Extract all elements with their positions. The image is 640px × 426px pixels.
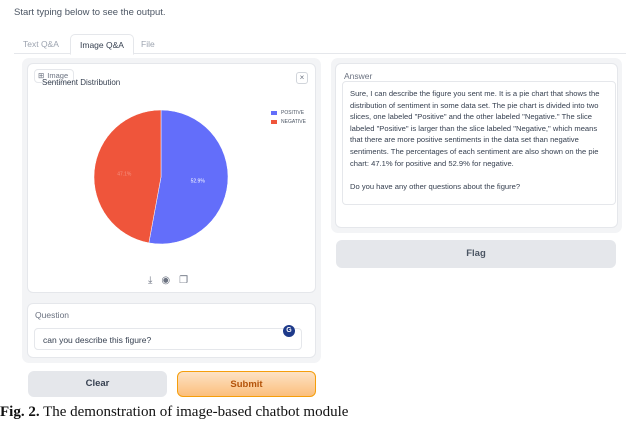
answer-output[interactable]: Sure, I can describe the figure you sent…	[342, 81, 616, 205]
image-toolbar: ⤓ ◉ ❐	[148, 275, 188, 286]
question-label: Question	[35, 310, 70, 320]
pie-chart: 52.9% 47.1%	[93, 109, 229, 245]
input-panel: ⊞ Image × Sentiment Distribution 52.9% 47…	[22, 58, 321, 363]
pie-slice-label-negative: 47.1%	[117, 172, 132, 178]
output-panel: Answer Sure, I can describe the figure y…	[331, 58, 622, 233]
chart-legend: POSITIVE NEGATIVE	[271, 110, 306, 128]
answer-block: Answer Sure, I can describe the figure y…	[335, 63, 618, 228]
instruction-text: Start typing below to see the output.	[14, 7, 166, 18]
tab-image-qa[interactable]: Image Q&A	[70, 34, 134, 55]
answer-text: Sure, I can describe the figure you sent…	[350, 89, 600, 191]
legend-negative: NEGATIVE	[271, 119, 306, 125]
legend-swatch-positive	[271, 111, 277, 115]
download-icon[interactable]: ⤓	[148, 275, 152, 286]
image-upload[interactable]: ⊞ Image × Sentiment Distribution 52.9% 47…	[27, 63, 316, 293]
clear-button[interactable]: Clear	[28, 371, 167, 397]
legend-positive: POSITIVE	[271, 110, 306, 116]
figure-caption: Fig. 2. The demonstration of image-based…	[0, 404, 349, 420]
copy-icon[interactable]: ❐	[179, 275, 188, 286]
answer-label: Answer	[344, 71, 373, 81]
pie-slice-label-positive: 52.9%	[191, 178, 206, 184]
tab-text-qa[interactable]: Text Q&A	[14, 34, 68, 54]
tab-file[interactable]: File	[132, 34, 164, 54]
flag-button[interactable]: Flag	[336, 240, 616, 268]
question-input[interactable]: can you describe this figure? G	[34, 325, 302, 350]
legend-swatch-negative	[271, 120, 277, 124]
submit-button[interactable]: Submit	[177, 371, 316, 397]
tab-bar: Text Q&A Image Q&A File	[14, 34, 626, 55]
grammarly-icon[interactable]: G	[283, 325, 295, 337]
question-block: Question can you describe this figure? G	[27, 303, 316, 358]
share-icon[interactable]: ◉	[161, 275, 170, 286]
